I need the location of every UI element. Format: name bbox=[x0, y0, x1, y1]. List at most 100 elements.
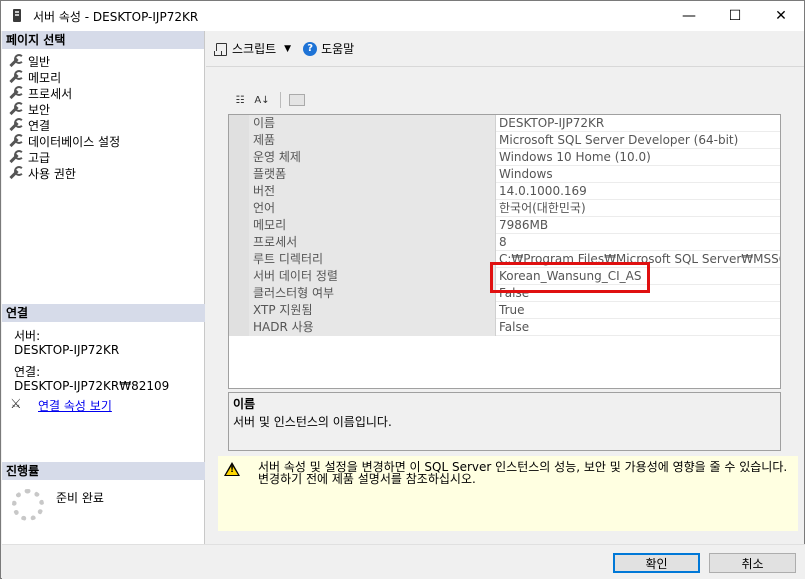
page-item-security[interactable]: 보안 bbox=[8, 101, 204, 117]
grid-row[interactable]: 제품 Microsoft SQL Server Developer (64-bit… bbox=[229, 132, 780, 149]
property-name: 서버 데이터 정렬 bbox=[249, 268, 496, 285]
window-controls: — ☐ ✕ bbox=[666, 1, 804, 31]
warning-text: 서버 속성 및 설정을 변경하면 이 SQL Server 인스턴스의 성능, … bbox=[258, 460, 788, 486]
description-title: 이름 bbox=[233, 397, 256, 411]
wrench-icon bbox=[8, 134, 24, 148]
connection-label: 연결: bbox=[14, 365, 41, 379]
row-gutter bbox=[229, 319, 249, 336]
property-name: 제품 bbox=[249, 132, 496, 149]
grid-row[interactable]: 프로세서 8 bbox=[229, 234, 780, 251]
page-item-connections[interactable]: 연결 bbox=[8, 117, 204, 133]
help-label: 도움말 bbox=[321, 42, 355, 56]
property-name: 플랫폼 bbox=[249, 166, 496, 183]
dropdown-arrow-icon[interactable]: ▼ bbox=[284, 44, 291, 54]
row-gutter bbox=[229, 166, 249, 183]
help-button[interactable]: ? 도움말 bbox=[303, 40, 354, 57]
toolbar: 스크립트 ▼ ? 도움말 bbox=[206, 31, 804, 67]
page-item-memory[interactable]: 메모리 bbox=[8, 69, 204, 85]
window-title: 서버 속성 - DESKTOP-IJP72KR bbox=[33, 9, 199, 24]
page-item-label: 보안 bbox=[28, 102, 51, 117]
page-item-permissions[interactable]: 사용 권한 bbox=[8, 165, 204, 181]
connection-properties-icon bbox=[10, 397, 30, 413]
script-button[interactable]: 스크립트 ▼ bbox=[214, 40, 297, 57]
row-gutter bbox=[229, 183, 249, 200]
property-name: 운영 체제 bbox=[249, 149, 496, 166]
property-value: Windows 10 Home (10.0) bbox=[499, 150, 651, 164]
server-label: 서버: bbox=[14, 329, 41, 343]
row-gutter bbox=[229, 234, 249, 251]
highlight-annotation bbox=[490, 262, 650, 293]
cancel-button[interactable]: 취소 bbox=[709, 553, 796, 573]
warning-icon: ! bbox=[224, 462, 240, 476]
property-name: 이름 bbox=[249, 115, 496, 132]
page-item-processors[interactable]: 프로세서 bbox=[8, 85, 204, 101]
wrench-icon bbox=[8, 166, 24, 180]
server-value: DESKTOP-IJP72KR bbox=[14, 343, 120, 357]
categorized-icon[interactable]: ☷ bbox=[230, 91, 250, 109]
grid-row[interactable]: HADR 사용 False bbox=[229, 319, 780, 336]
page-item-label: 사용 권한 bbox=[28, 166, 76, 181]
minimize-button[interactable]: — bbox=[666, 1, 712, 31]
property-name: 언어 bbox=[249, 200, 496, 217]
page-item-label: 메모리 bbox=[28, 70, 62, 85]
grid-row[interactable]: 운영 체제 Windows 10 Home (10.0) bbox=[229, 149, 780, 166]
server-properties-window: 서버 속성 - DESKTOP-IJP72KR — ☐ ✕ 페이지 선택 일반 … bbox=[0, 0, 805, 579]
script-icon bbox=[214, 42, 228, 56]
title-bar: 서버 속성 - DESKTOP-IJP72KR — ☐ ✕ bbox=[1, 1, 804, 31]
property-name: HADR 사용 bbox=[249, 319, 496, 336]
property-name: XTP 지원됨 bbox=[249, 302, 496, 319]
view-connection-properties-link[interactable]: 연결 속성 보기 bbox=[38, 397, 112, 414]
page-item-database-settings[interactable]: 데이터베이스 설정 bbox=[8, 133, 204, 149]
grid-row[interactable]: XTP 지원됨 True bbox=[229, 302, 780, 319]
property-grid: 이름 DESKTOP-IJP72KR 제품 Microsoft SQL Server… bbox=[228, 114, 781, 389]
row-gutter bbox=[229, 115, 249, 132]
progress-status: 준비 완료 bbox=[56, 491, 104, 505]
toolbar-separator bbox=[280, 92, 281, 108]
grid-row[interactable]: 버전 14.0.1000.169 bbox=[229, 183, 780, 200]
page-item-label: 연결 bbox=[28, 118, 51, 133]
page-item-label: 데이터베이스 설정 bbox=[28, 134, 121, 149]
grid-row[interactable]: 언어 한국어(대한민국) bbox=[229, 200, 780, 217]
property-value: 7986MB bbox=[499, 218, 549, 232]
property-name: 프로세서 bbox=[249, 234, 496, 251]
wrench-icon bbox=[8, 150, 24, 164]
maximize-button[interactable]: ☐ bbox=[712, 1, 758, 31]
row-gutter bbox=[229, 285, 249, 302]
wrench-icon bbox=[8, 70, 24, 84]
wrench-icon bbox=[8, 102, 24, 116]
close-button[interactable]: ✕ bbox=[758, 1, 804, 31]
row-gutter bbox=[229, 217, 249, 234]
row-gutter bbox=[229, 251, 249, 268]
help-icon: ? bbox=[303, 41, 318, 56]
warning-banner: ! 서버 속성 및 설정을 변경하면 이 SQL Server 인스턴스의 성능… bbox=[218, 456, 798, 531]
ok-button[interactable]: 확인 bbox=[613, 553, 700, 573]
left-pane: 페이지 선택 일반 메모리 프로세서 보안 연결 데이터베이스 설정 고급 사용… bbox=[2, 31, 205, 544]
progress-header: 진행률 bbox=[2, 462, 205, 480]
grid-row[interactable]: 플랫폼 Windows bbox=[229, 166, 780, 183]
row-gutter bbox=[229, 200, 249, 217]
row-gutter bbox=[229, 132, 249, 149]
property-value: DESKTOP-IJP72KR bbox=[499, 116, 605, 130]
connection-info: 서버: DESKTOP-IJP72KR 연결: DESKTOP-IJP72KR₩… bbox=[14, 329, 169, 393]
connection-value: DESKTOP-IJP72KR₩82109 bbox=[14, 379, 170, 393]
wrench-icon bbox=[8, 54, 24, 68]
property-name: 버전 bbox=[249, 183, 496, 200]
grid-row[interactable]: 메모리 7986MB bbox=[229, 217, 780, 234]
page-item-label: 프로세서 bbox=[28, 86, 73, 101]
property-name: 루트 디렉터리 bbox=[249, 251, 496, 268]
description-text: 서버 및 인스턴스의 이름입니다. bbox=[233, 415, 392, 429]
wrench-icon bbox=[8, 118, 24, 132]
grid-row[interactable]: 이름 DESKTOP-IJP72KR bbox=[229, 115, 780, 132]
row-gutter bbox=[229, 149, 249, 166]
page-item-general[interactable]: 일반 bbox=[8, 53, 204, 69]
property-value: 14.0.1000.169 bbox=[499, 184, 587, 198]
property-value: Microsoft SQL Server Developer (64-bit) bbox=[499, 133, 739, 147]
page-item-label: 일반 bbox=[28, 54, 51, 69]
property-name: 메모리 bbox=[249, 217, 496, 234]
page-select-header: 페이지 선택 bbox=[2, 31, 204, 49]
dialog-button-bar: 확인 취소 bbox=[2, 544, 805, 579]
progress-spinner-icon bbox=[12, 489, 44, 521]
script-label: 스크립트 bbox=[232, 42, 277, 56]
sort-alphabetical-icon[interactable]: A↓ bbox=[252, 91, 272, 109]
page-item-advanced[interactable]: 고급 bbox=[8, 149, 204, 165]
